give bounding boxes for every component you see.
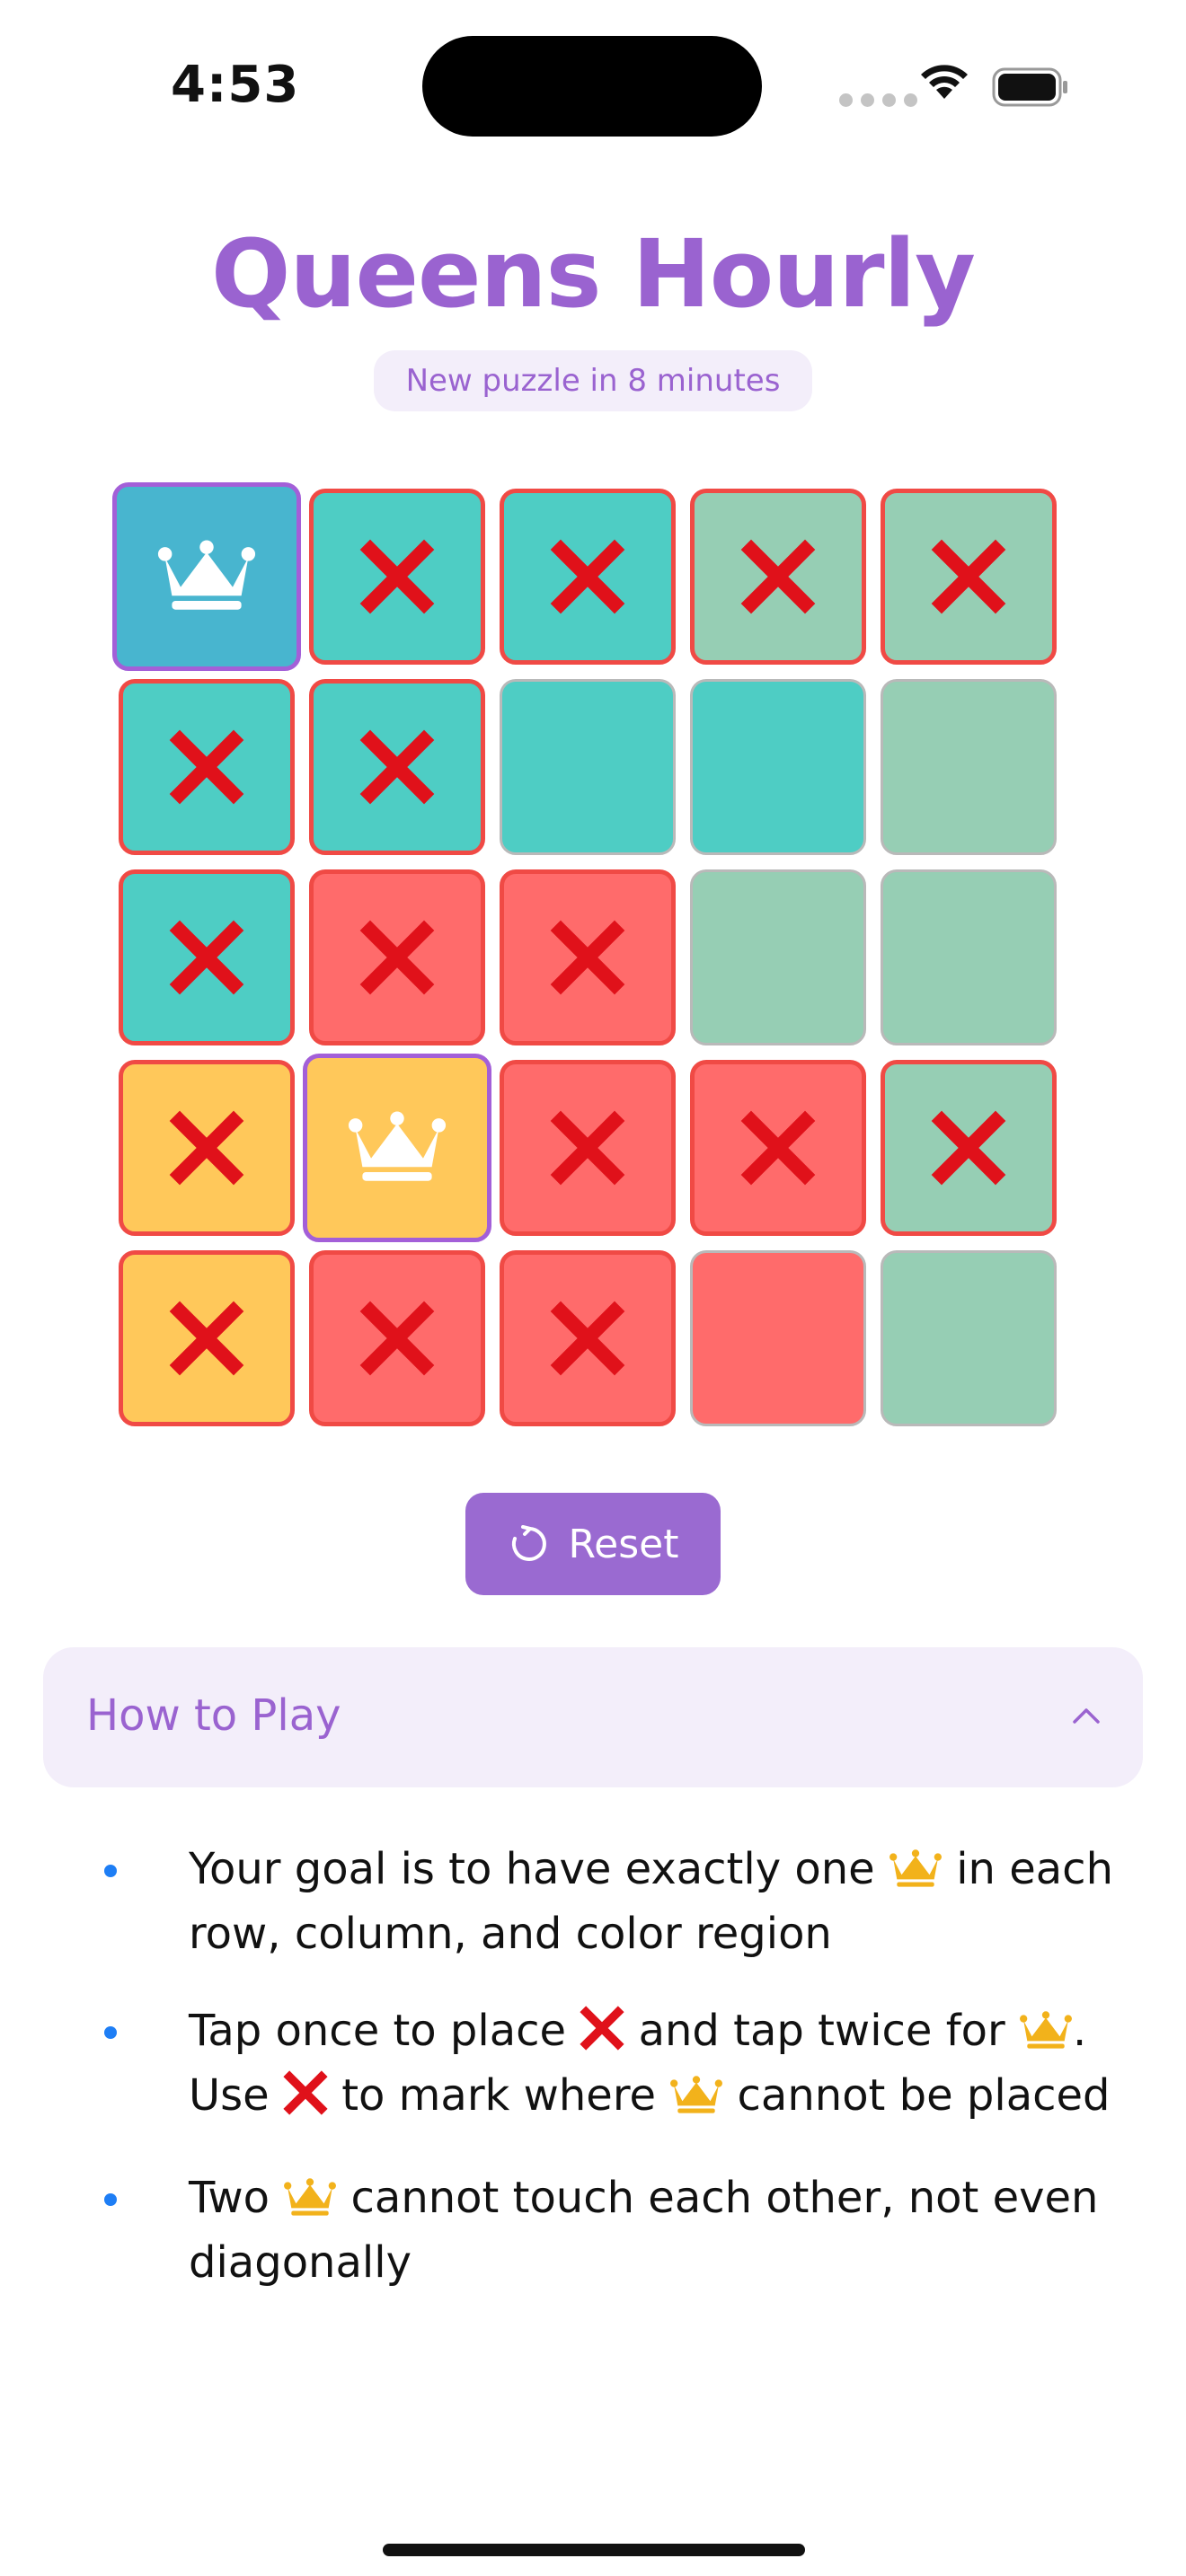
- timer-badge: New puzzle in 8 minutes: [374, 350, 812, 411]
- board-cell[interactable]: [303, 1054, 491, 1242]
- x-mark-icon: [740, 539, 816, 614]
- x-mark-icon: [169, 1301, 244, 1376]
- board-cell[interactable]: [500, 1250, 676, 1426]
- dynamic-island: [422, 36, 762, 137]
- board-cell[interactable]: [881, 1060, 1057, 1236]
- rule-text: Your goal is to have exactly one in each…: [189, 1844, 1113, 1959]
- rules-list: Your goal is to have exactly one in each…: [101, 1839, 1134, 2330]
- home-indicator: [383, 2544, 805, 2556]
- rule-text: Two cannot touch each other, not even di…: [189, 2173, 1099, 2288]
- board-cell[interactable]: [309, 679, 485, 855]
- puzzle-board: [112, 482, 1069, 1439]
- reset-button[interactable]: Reset: [465, 1493, 721, 1595]
- board-cell[interactable]: [881, 679, 1057, 855]
- board-cell[interactable]: [690, 1250, 866, 1426]
- how-to-play-header[interactable]: How to Play: [43, 1647, 1143, 1787]
- board-cell[interactable]: [309, 869, 485, 1045]
- x-mark-icon: [931, 1110, 1006, 1186]
- x-mark-icon: [359, 729, 435, 805]
- x-mark-icon: [169, 920, 244, 995]
- x-mark-icon: [740, 1110, 816, 1186]
- app-title: Queens Hourly: [211, 219, 976, 329]
- queen-crown-icon: [157, 540, 256, 610]
- x-mark-icon: [550, 1110, 625, 1186]
- board-cell[interactable]: [690, 489, 866, 665]
- status-bar: 4:53: [0, 0, 1186, 171]
- crown-emoji-icon: [284, 2178, 337, 2216]
- x-mark-icon: [580, 2006, 624, 2051]
- status-time: 4:53: [171, 56, 300, 114]
- rule-item: Two cannot touch each other, not even di…: [101, 2168, 1134, 2292]
- board-cell[interactable]: [309, 1250, 485, 1426]
- board-cell[interactable]: [119, 1250, 295, 1426]
- x-mark-icon: [359, 1301, 435, 1376]
- board-cell[interactable]: [500, 679, 676, 855]
- bullet-dot: [104, 2026, 117, 2039]
- crown-emoji-icon: [889, 1849, 942, 1887]
- x-mark-icon: [931, 539, 1006, 614]
- board-cell[interactable]: [500, 489, 676, 665]
- board-cell[interactable]: [119, 679, 295, 855]
- board-cell[interactable]: [119, 869, 295, 1045]
- x-mark-icon: [550, 1301, 625, 1376]
- board-cell[interactable]: [112, 482, 301, 671]
- board-cell[interactable]: [881, 869, 1057, 1045]
- bullet-dot: [104, 2193, 117, 2206]
- board-cell[interactable]: [690, 869, 866, 1045]
- cellular-signal-icon: [839, 93, 917, 107]
- board-cell[interactable]: [690, 1060, 866, 1236]
- x-mark-icon: [359, 920, 435, 995]
- wifi-icon: [921, 65, 968, 99]
- board-cell[interactable]: [119, 1060, 295, 1236]
- chevron-up-icon: [1073, 1708, 1100, 1724]
- board-cell[interactable]: [690, 679, 866, 855]
- how-to-play-title: How to Play: [86, 1690, 341, 1741]
- x-mark-icon: [550, 920, 625, 995]
- board-cell[interactable]: [881, 1250, 1057, 1426]
- x-mark-icon: [169, 1110, 244, 1186]
- rule-item: Tap once to place and tap twice for . Us…: [101, 2001, 1134, 2130]
- x-mark-icon: [359, 539, 435, 614]
- x-mark-icon: [283, 2070, 328, 2115]
- board-cell[interactable]: [500, 1060, 676, 1236]
- reset-label: Reset: [568, 1521, 679, 1567]
- bullet-dot: [104, 1865, 117, 1877]
- x-mark-icon: [550, 539, 625, 614]
- refresh-icon: [511, 1525, 546, 1561]
- x-mark-icon: [169, 729, 244, 805]
- board-cell[interactable]: [309, 489, 485, 665]
- battery-icon: [992, 67, 1067, 107]
- queen-crown-icon: [348, 1111, 447, 1181]
- crown-emoji-icon: [670, 2076, 723, 2113]
- board-cell[interactable]: [881, 489, 1057, 665]
- timer-text: New puzzle in 8 minutes: [405, 363, 781, 399]
- rule-item: Your goal is to have exactly one in each…: [101, 1839, 1134, 1963]
- crown-emoji-icon: [1020, 2011, 1072, 2049]
- board-cell[interactable]: [500, 869, 676, 1045]
- rule-text: Tap once to place and tap twice for . Us…: [189, 2006, 1111, 2121]
